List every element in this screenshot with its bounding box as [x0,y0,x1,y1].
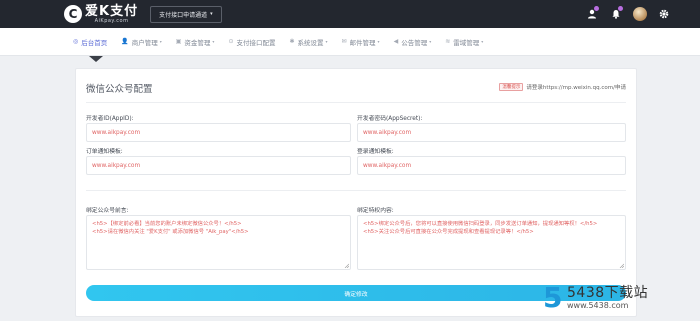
resize-grip-icon[interactable] [344,263,349,268]
gear-icon[interactable] [652,0,676,28]
gear-icon: ✱ [289,38,295,45]
login-template-label: 登录通知模板: [357,149,394,155]
page-title: 微信公众号配置 [86,84,153,95]
chevron-down-icon: ▾ [429,39,432,44]
payment-channel-button[interactable]: 支付接口申请通道 ▾ [150,5,222,23]
bind-privilege-textarea[interactable]: <h5>绑定公众号后，您将可以直接使用微信扫码登录，同步发送订单通知，提现通知等… [357,215,626,270]
chevron-down-icon: ▾ [325,39,328,44]
nav-mail[interactable]: ✉ 邮件管理 ▾ [335,28,387,56]
chevron-down-icon: ▾ [481,39,484,44]
dashboard-icon: ◎ [73,38,79,45]
main-nav: ◎ 后台首页 👤 商户管理 ▾ ▣ 资金管理 ▾ ⊙ 支付接口配置 ✱ 系统设置… [0,28,700,56]
nav-announcements[interactable]: ◀ 公告管理 ▾ [387,28,439,56]
chevron-down-icon: ▾ [159,39,162,44]
bind-prefix-label: 绑定公众号前言: [86,208,129,214]
login-template-input[interactable]: www.aikpay.com [357,156,626,175]
nav-system-settings[interactable]: ✱ 系统设置 ▾ [282,28,334,56]
hint: 温馨提示 请登录https://mp.weixin.qq.com/申请 [499,83,626,91]
order-template-label: 订单通知模板: [86,149,123,155]
caret-down-icon: ▾ [210,11,213,17]
wifi-icon: ≋ [445,38,451,45]
nav-merchant[interactable]: 👤 商户管理 ▾ [114,28,169,56]
payment-channel-label: 支付接口申请通道 [159,11,208,19]
bind-prefix-textarea[interactable]: <h5>【绑定前必看】当前您的账户未绑定微信公众号！</h5> <h5>请在微信… [86,215,351,270]
resize-grip-icon[interactable] [619,263,624,268]
notification-dot [618,6,623,11]
top-bar: C 爱K支付 AiKpay.com 支付接口申请通道 ▾ [0,0,700,28]
appsecret-input[interactable]: www.aikpay.com [357,123,626,142]
watermark: 5 5438下载站 www.5438.com [543,280,693,316]
user-icon[interactable] [580,0,604,28]
chevron-down-icon: ▾ [212,39,215,44]
logo-mark: C [64,5,82,23]
tab-notch [89,56,103,62]
bind-privilege-label: 绑定特权内容: [357,208,394,214]
settings-icon: ⊙ [228,38,234,45]
money-icon: ▣ [175,38,182,45]
divider [86,102,626,103]
nav-dashboard[interactable]: ◎ 后台首页 [66,28,114,56]
logo-title: 爱K支付 [85,3,139,19]
chevron-down-icon: ▾ [377,39,380,44]
nav-funds[interactable]: ▣ 资金管理 ▾ [169,28,222,56]
nav-payment-config[interactable]: ⊙ 支付接口配置 [221,28,282,56]
appid-label: 开发者ID(AppID): [86,116,134,122]
avatar[interactable] [628,0,652,28]
appsecret-label: 开发者密码(AppSecret): [357,116,423,122]
announce-icon: ◀ [393,38,399,45]
appid-input[interactable]: www.aikpay.com [86,123,351,142]
mail-icon: ✉ [341,38,347,45]
watermark-url: www.5438.com [567,301,629,310]
hint-tag: 温馨提示 [499,83,524,91]
top-icons [580,0,700,28]
bell-icon[interactable] [604,0,628,28]
order-template-input[interactable]: www.aikpay.com [86,156,351,175]
divider [86,190,626,191]
watermark-title: 5438下载站 [567,285,649,301]
nav-domain[interactable]: ≋ 雷域管理 ▾ [438,28,490,56]
hint-text: 请登录https://mp.weixin.qq.com/申请 [526,85,626,91]
user-icon: 👤 [121,38,129,45]
logo[interactable]: C 爱K支付 AiKpay.com [64,0,138,28]
watermark-mark: 5 [543,281,563,314]
notification-dot [594,6,599,11]
logo-subtitle: AiKpay.com [94,17,129,24]
